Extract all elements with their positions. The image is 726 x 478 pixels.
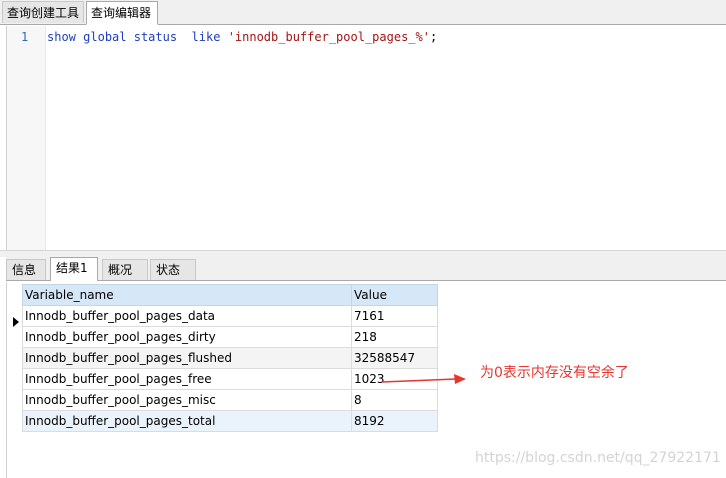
table-row[interactable]: Innodb_buffer_pool_pages_dirty 218 <box>22 326 438 348</box>
table-row[interactable]: Innodb_buffer_pool_pages_free 1023 <box>22 368 438 390</box>
sql-string-literal: 'innodb_buffer_pool_pages_%' <box>227 30 430 44</box>
tab-result-1[interactable]: 结果1 <box>50 257 98 281</box>
sql-terminator: ; <box>429 30 438 44</box>
result-table: Variable_name Value Innodb_buffer_pool_p… <box>22 284 438 432</box>
table-row[interactable]: Innodb_buffer_pool_pages_misc 8 <box>22 389 438 411</box>
cell-variable-name[interactable]: Innodb_buffer_pool_pages_dirty <box>22 326 352 348</box>
tab-info[interactable]: 信息 <box>6 259 46 280</box>
column-header-value[interactable]: Value <box>351 284 438 306</box>
cell-variable-name[interactable]: Innodb_buffer_pool_pages_flushed <box>22 347 352 369</box>
line-gutter: 1 <box>7 26 46 250</box>
table-header-row: Variable_name Value <box>22 284 438 306</box>
sql-keyword: like <box>191 30 221 44</box>
tab-query-builder[interactable]: 查询创建工具 <box>2 1 84 23</box>
tab-status[interactable]: 状态 <box>150 259 196 280</box>
sql-code-line[interactable]: show global status like 'innodb_buffer_p… <box>47 30 437 44</box>
cell-value[interactable]: 8192 <box>351 410 438 432</box>
table-row[interactable]: Innodb_buffer_pool_pages_data 7161 <box>22 305 438 327</box>
result-tab-bar: 信息 结果1 概况 状态 <box>6 256 726 281</box>
cell-variable-name[interactable]: Innodb_buffer_pool_pages_total <box>22 410 352 432</box>
tab-query-editor[interactable]: 查询编辑器 <box>86 1 158 25</box>
sql-keyword: show <box>47 30 76 44</box>
watermark: https://blog.csdn.net/qq_27922171 <box>475 450 721 466</box>
current-row-arrow-icon <box>13 317 19 327</box>
tab-overview[interactable]: 概况 <box>102 259 148 280</box>
sql-keyword: status <box>133 30 178 44</box>
query-tab-bar: 查询创建工具 查询编辑器 <box>0 0 726 25</box>
sql-editor[interactable]: 1 show global status like 'innodb_buffer… <box>6 26 726 250</box>
cell-value[interactable]: 8 <box>351 389 438 411</box>
table-row[interactable]: Innodb_buffer_pool_pages_flushed 3258854… <box>22 347 438 369</box>
annotation-arrow-icon <box>382 374 466 384</box>
annotation-note: 为0表示内存没有空余了 <box>480 365 629 381</box>
cell-value[interactable]: 32588547 <box>351 347 438 369</box>
cell-value[interactable]: 218 <box>351 326 438 348</box>
cell-variable-name[interactable]: Innodb_buffer_pool_pages_data <box>22 305 352 327</box>
sql-keyword: global <box>83 30 127 44</box>
line-number: 1 <box>21 30 29 44</box>
cell-variable-name[interactable]: Innodb_buffer_pool_pages_free <box>22 368 352 390</box>
cell-value[interactable]: 7161 <box>351 305 438 327</box>
table-row[interactable]: Innodb_buffer_pool_pages_total 8192 <box>22 410 438 432</box>
cell-variable-name[interactable]: Innodb_buffer_pool_pages_misc <box>22 389 352 411</box>
column-header-variable-name[interactable]: Variable_name <box>22 284 352 306</box>
